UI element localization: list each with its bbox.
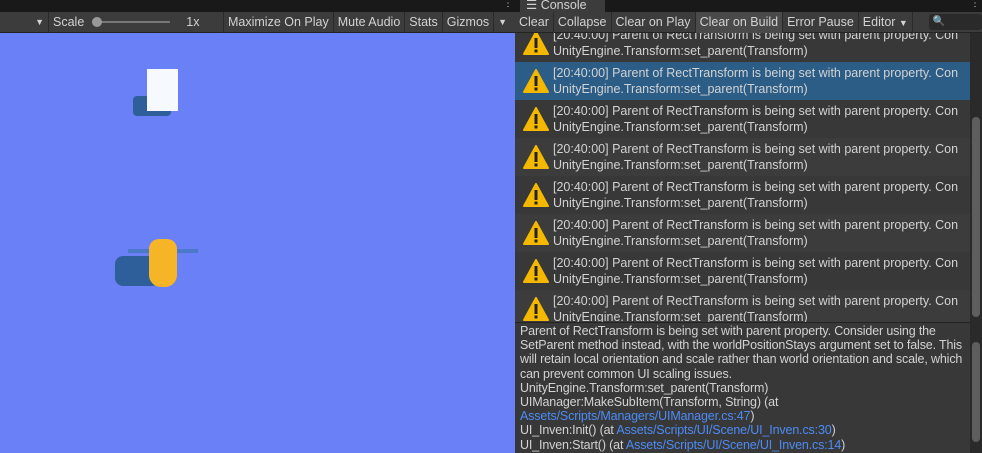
white-cube <box>147 69 178 111</box>
search-icon: 🔍 <box>932 16 946 27</box>
clear-on-play-button[interactable]: Clear on Play <box>612 11 696 33</box>
editor-dropdown[interactable]: Editor ▼ <box>859 11 913 33</box>
detail-scroll-thumb[interactable] <box>972 342 980 442</box>
log-entry-text: [20:40:00] Parent of RectTransform is be… <box>553 256 959 286</box>
console-more-options-icon[interactable]: ⋮ <box>970 0 980 9</box>
console-tab-label: Console <box>540 0 587 12</box>
collapse-button[interactable]: Collapse <box>554 11 612 33</box>
error-pause-button[interactable]: Error Pause <box>783 11 859 33</box>
warning-icon <box>523 297 549 321</box>
log-entry[interactable]: [20:40:00] Parent of RectTransform is be… <box>515 214 970 252</box>
log-entry[interactable]: [20:40:00] Parent of RectTransform is be… <box>515 100 970 138</box>
console-toolbar: Clear Collapse Clear on Play Clear on Bu… <box>515 11 982 33</box>
scale-track[interactable] <box>92 17 172 27</box>
warning-icon <box>523 107 549 131</box>
gizmos-dropdown-icon[interactable]: ▼ <box>493 11 511 33</box>
warning-icon <box>523 259 549 283</box>
log-entry-text: [20:40:00] Parent of RectTransform is be… <box>553 180 959 210</box>
warning-icon <box>523 69 549 93</box>
log-entry[interactable]: [20:40:00] Parent of RectTransform is be… <box>515 33 970 62</box>
more-options-icon[interactable]: ⋮ <box>503 0 513 9</box>
stack-link[interactable]: Assets/Scripts/Managers/UIManager.cs:47 <box>520 409 751 423</box>
gizmos-button[interactable]: Gizmos <box>441 11 493 33</box>
mute-audio-button[interactable]: Mute Audio <box>332 11 405 33</box>
log-entry-text: [20:40:00] Parent of RectTransform is be… <box>553 218 959 248</box>
warning-icon <box>523 221 549 245</box>
scale-handle[interactable] <box>92 17 103 27</box>
scale-value: 1x <box>186 14 200 29</box>
log-entry[interactable]: [20:40:00] Parent of RectTransform is be… <box>515 176 970 214</box>
stack-line: UnityEngine.Transform:set_parent(Transfo… <box>520 380 769 395</box>
detail-scrollbar[interactable] <box>970 322 982 453</box>
stack-link[interactable]: Assets/Scripts/UI/Scene/UI_Inven.cs:30 <box>616 423 831 437</box>
log-entry[interactable]: [20:40:00] Parent of RectTransform is be… <box>515 62 970 100</box>
warning-icon <box>523 33 549 55</box>
game-tab-strip: ⋮ <box>0 0 515 12</box>
clear-button[interactable]: Clear <box>515 11 554 33</box>
detail-message: Parent of RectTransform is being set wit… <box>520 324 963 381</box>
game-view: ⋮ ▼ Scale 1x Maximize On Play Mute Audio… <box>0 0 515 453</box>
chevron-down-icon: ▼ <box>898 17 908 28</box>
log-detail-pane: Parent of RectTransform is being set wit… <box>515 322 970 453</box>
log-list-scroll-thumb[interactable] <box>972 117 980 317</box>
warning-icon <box>523 183 549 207</box>
warning-icon <box>523 145 549 169</box>
log-list-scrollbar[interactable] <box>970 33 982 322</box>
scale-label: Scale <box>53 14 85 29</box>
log-entry-text: [20:40:00] Parent of RectTransform is be… <box>553 142 959 172</box>
display-dropdown[interactable]: ▼ <box>0 17 48 27</box>
stack-link[interactable]: Assets/Scripts/UI/Scene/UI_Inven.cs:14 <box>626 438 841 452</box>
character <box>149 239 177 287</box>
game-viewport[interactable] <box>0 33 515 453</box>
log-entry-text: [20:40:00] Parent of RectTransform is be… <box>553 66 959 96</box>
console-icon: ☰ <box>526 0 541 12</box>
search-input[interactable]: 🔍 <box>928 14 982 30</box>
maximize-on-play-button[interactable]: Maximize On Play <box>223 11 333 33</box>
stack-line: UI_Inven:Init() (at Assets/Scripts/UI/Sc… <box>520 423 836 438</box>
console-tab[interactable]: ☰ Console <box>520 0 605 12</box>
log-entry-text: [20:40:00] Parent of RectTransform is be… <box>553 33 959 58</box>
scale-slider[interactable]: Scale 1x <box>48 11 223 33</box>
editor-label: Editor <box>862 14 896 29</box>
log-entry-text: [20:40:00] Parent of RectTransform is be… <box>553 294 959 322</box>
log-entry[interactable]: [20:40:00] Parent of RectTransform is be… <box>515 138 970 176</box>
stack-line: UI_Inven:Start() (at Assets/Scripts/UI/S… <box>520 437 846 452</box>
console-log-list[interactable]: [20:40:00] Parent of RectTransform is be… <box>515 33 970 322</box>
clear-on-build-button[interactable]: Clear on Build <box>695 11 784 33</box>
stack-line: UIManager:MakeSubItem(Transform, String)… <box>520 395 779 424</box>
stats-button[interactable]: Stats <box>404 11 442 33</box>
game-toolbar: ▼ Scale 1x Maximize On Play Mute Audio S… <box>0 11 515 33</box>
log-entry[interactable]: [20:40:00] Parent of RectTransform is be… <box>515 252 970 290</box>
log-entry[interactable]: [20:40:00] Parent of RectTransform is be… <box>515 290 970 322</box>
log-entry-text: [20:40:00] Parent of RectTransform is be… <box>553 104 959 134</box>
